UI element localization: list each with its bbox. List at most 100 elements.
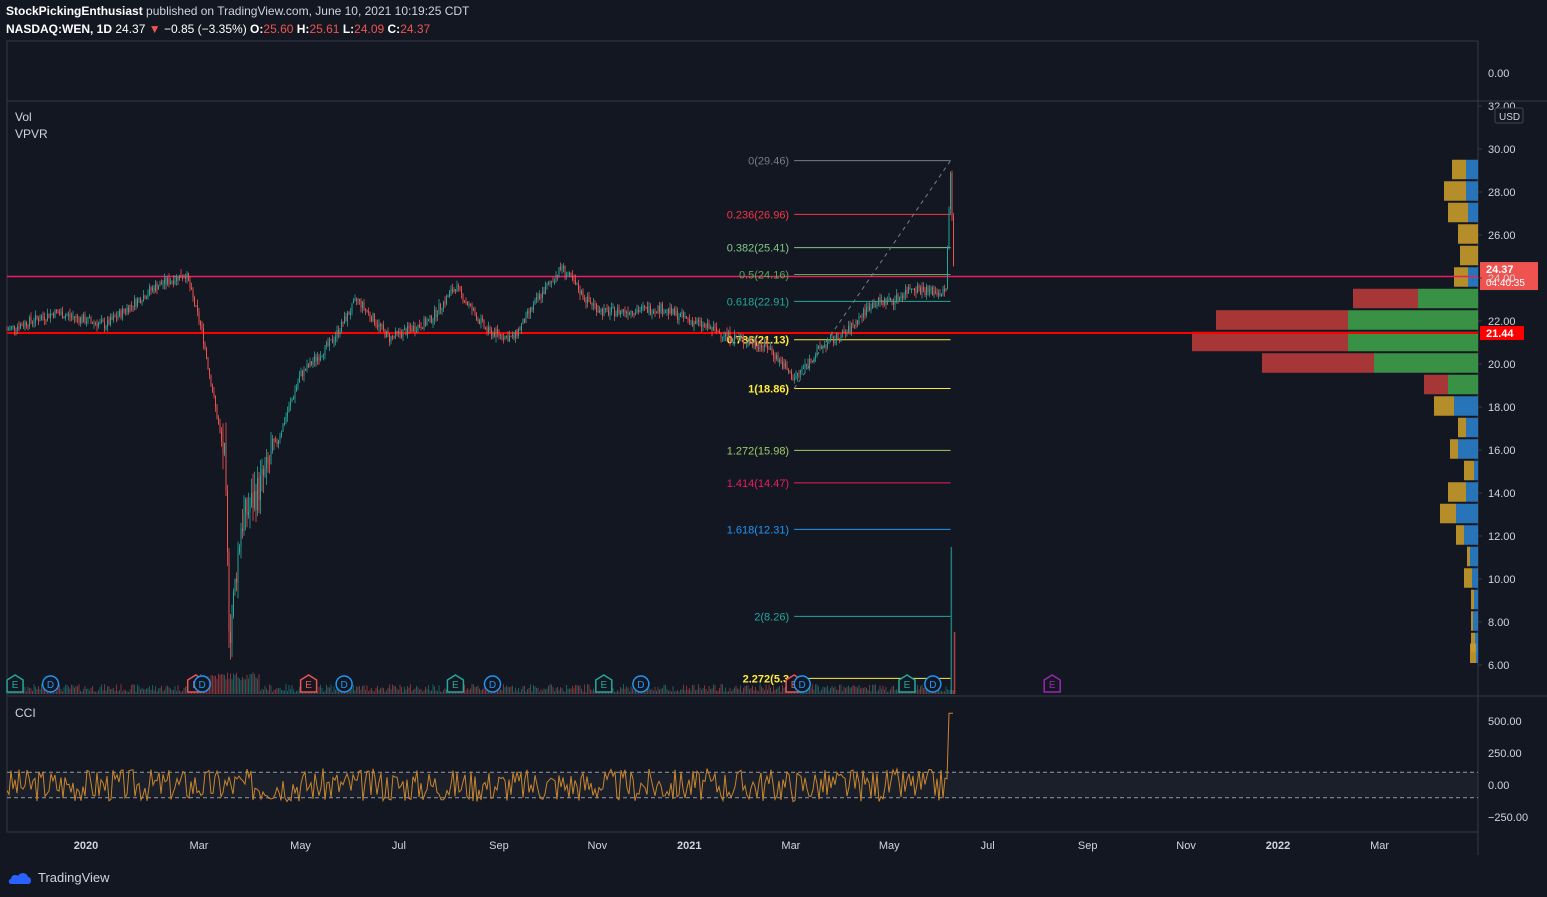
axes[interactable]: 0.0032.0030.0028.0026.0024.0022.0020.001… [74,68,1524,852]
fibonacci-tool[interactable]: 0(29.46) 0.236(26.96) 0.382(25.41) 0.5(24.1… [727,156,951,686]
candle-body [522,318,524,325]
candle-body [236,578,237,583]
candle-body [947,247,948,289]
candle-body [563,265,564,269]
candle-body [476,314,477,321]
volume-bar [155,686,156,694]
candle-body [663,312,665,314]
candle-body [668,309,669,314]
volume-bar [879,685,881,694]
time-tick-label: Jul [981,840,995,852]
volume-bar [894,690,896,694]
vpvr-bar-gold [1458,224,1478,244]
volume-bar [216,679,218,694]
candle-body [539,294,540,299]
candle-body [225,442,227,491]
candle-body [741,337,743,339]
candle-body [216,406,218,419]
candle-body [443,301,444,309]
candle-body [728,331,729,336]
candle-body [914,288,915,292]
event-marker-label: E [452,680,459,691]
volume-bar [390,689,392,694]
price-tick-label: 8.00 [1488,617,1509,629]
volume-bar [129,689,131,694]
fib-level-label: 2.272(5.3 [743,673,789,685]
volume-bar [89,690,90,694]
candle-body [776,354,777,360]
volume-bar [768,684,770,694]
volume-bar [167,685,168,694]
volume-bar [104,684,105,694]
candle-body [426,321,428,326]
candle-body [879,298,881,303]
volume-bar [156,691,158,694]
time-tick-label: Sep [489,840,509,852]
time-tick-label: Jul [392,840,406,852]
candle-body [444,301,446,304]
candle-body [767,345,768,349]
candle-body [53,313,54,318]
volume-bar [831,685,833,694]
volume-bar [410,684,411,694]
fib-level-label: 2(8.26) [754,611,789,623]
candle-body [569,272,570,275]
candle-body [342,321,344,324]
candle-body [464,301,465,303]
candle-body [165,278,167,285]
tradingview-logo[interactable]: TradingView [8,870,110,885]
volume-bar [176,691,177,694]
candle-body [810,358,812,362]
volume-bar [551,684,552,694]
volume-bar [567,688,569,694]
volume-bar [827,685,828,694]
candle-body [252,492,254,508]
candle-body [813,358,815,363]
volume-bar [738,689,740,694]
candle-body [420,327,422,329]
vpvr-bar-gold [1464,568,1472,588]
volume-bar [162,691,164,694]
candle-body [866,307,867,316]
candle-body [287,412,288,417]
volume-bar [687,689,689,694]
volume-bar [38,686,39,694]
candle-body [797,372,798,376]
volume-bar [693,685,695,694]
chart-border [6,40,1479,833]
fib-level-label: 0.618(22.91) [727,296,789,308]
volume-bar [261,688,263,694]
chart-canvas[interactable]: 24.0721.4424.3704:40:35 0(29.46)0.236(26… [0,0,1547,897]
candle-body [227,490,228,553]
candle-body [923,287,924,291]
candle-body [678,316,680,320]
volume-bar [663,684,665,694]
volume-bar [485,689,486,694]
candle-body [59,313,60,315]
candle-body [546,284,548,286]
volume-bar [60,689,62,694]
candle-body [198,311,200,322]
candle-body [231,615,233,644]
candle-body [602,308,603,316]
candle-body [848,326,849,332]
candle-body [483,319,485,328]
candle-body [309,361,311,367]
volume-bar [54,691,56,694]
candle-body [371,317,372,322]
candle-body [398,331,399,333]
vpvr-bar-down [1216,310,1348,330]
volume-bar [411,691,413,694]
volume-bar [681,689,683,694]
candle-body [500,334,501,336]
volume-bar [26,691,27,694]
volume-bar [119,690,120,694]
candle-body [30,317,32,322]
volume-bar [656,690,657,694]
candle-body [621,310,623,313]
candle-body [608,309,609,316]
event-marker-label: D [340,680,347,691]
volume-bar [95,691,96,694]
candle-body [857,320,858,325]
candle-body [650,306,651,314]
